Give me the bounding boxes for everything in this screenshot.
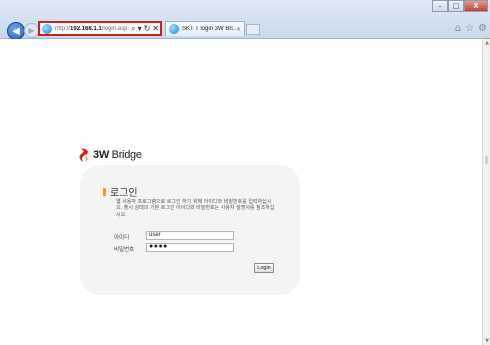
logo-swirl-icon [79, 148, 88, 162]
id-input[interactable]: user [146, 231, 234, 240]
home-icon[interactable]: ⌂ [455, 23, 461, 35]
browser-toolbar-icons: ⌂ ☆ ⚙ [455, 23, 487, 35]
url-path: /login.asp [101, 25, 128, 32]
maximize-button[interactable]: □ [448, 0, 464, 12]
window-controls: – □ X [432, 0, 488, 13]
search-icon[interactable]: ⌕ [131, 24, 135, 34]
minimize-button[interactable]: – [432, 0, 448, 12]
forward-arrow-icon: ▶ [28, 26, 35, 35]
scroll-thumb[interactable] [485, 156, 488, 164]
url-host: 192.168.1.1 [70, 25, 102, 32]
back-arrow-icon: ◀ [12, 25, 20, 37]
scroll-down-icon[interactable]: ▼ [485, 338, 489, 344]
url-text[interactable]: http://192.168.1.1/login.asp [55, 26, 130, 32]
url-prefix: http:// [55, 25, 71, 32]
new-tab-button[interactable] [246, 24, 260, 35]
login-heading: 로그인 [103, 184, 138, 199]
login-button[interactable]: Login [254, 263, 274, 273]
id-label: 아이디 [114, 235, 130, 241]
password-label: 비밀번호 [114, 247, 135, 253]
forward-button[interactable]: ▶ [24, 23, 39, 38]
dropdown-icon[interactable]: ▾ [138, 24, 142, 34]
refresh-icon[interactable]: ↻ [144, 24, 151, 34]
scroll-up-icon[interactable]: ▲ [485, 40, 489, 46]
tab-title: SKT T login 3W Bri... [182, 26, 236, 32]
address-bar[interactable]: http://192.168.1.1/login.asp ⌕ ▾ ↻ ✕ [38, 21, 162, 36]
password-input[interactable]: ●●●● [146, 243, 234, 252]
tab-favicon-icon [169, 24, 179, 34]
brand-logo: 3W Bridge [77, 147, 142, 163]
logo-text: 3W Bridge [93, 149, 142, 161]
favorites-icon[interactable]: ☆ [465, 23, 474, 35]
logo-text-rest: Bridge [108, 149, 142, 161]
ie-page-icon [42, 23, 52, 34]
browser-tab[interactable]: SKT T login 3W Bri... × [165, 21, 245, 36]
tab-close-icon[interactable]: × [236, 26, 241, 33]
login-title: 로그인 [110, 188, 138, 199]
logo-text-bold: 3W [93, 149, 109, 161]
back-button[interactable]: ◀ [7, 22, 25, 40]
stop-icon[interactable]: ✕ [152, 24, 159, 34]
vertical-scrollbar[interactable] [482, 39, 490, 345]
title-bullet-icon [103, 187, 106, 196]
settings-icon[interactable]: ⚙ [478, 23, 487, 35]
close-button[interactable]: X [464, 0, 488, 12]
login-description: 웹 사용자 프로그램으로 로그인 하기 위해 아이디와 비밀번호를 입력하십시오… [116, 199, 275, 218]
